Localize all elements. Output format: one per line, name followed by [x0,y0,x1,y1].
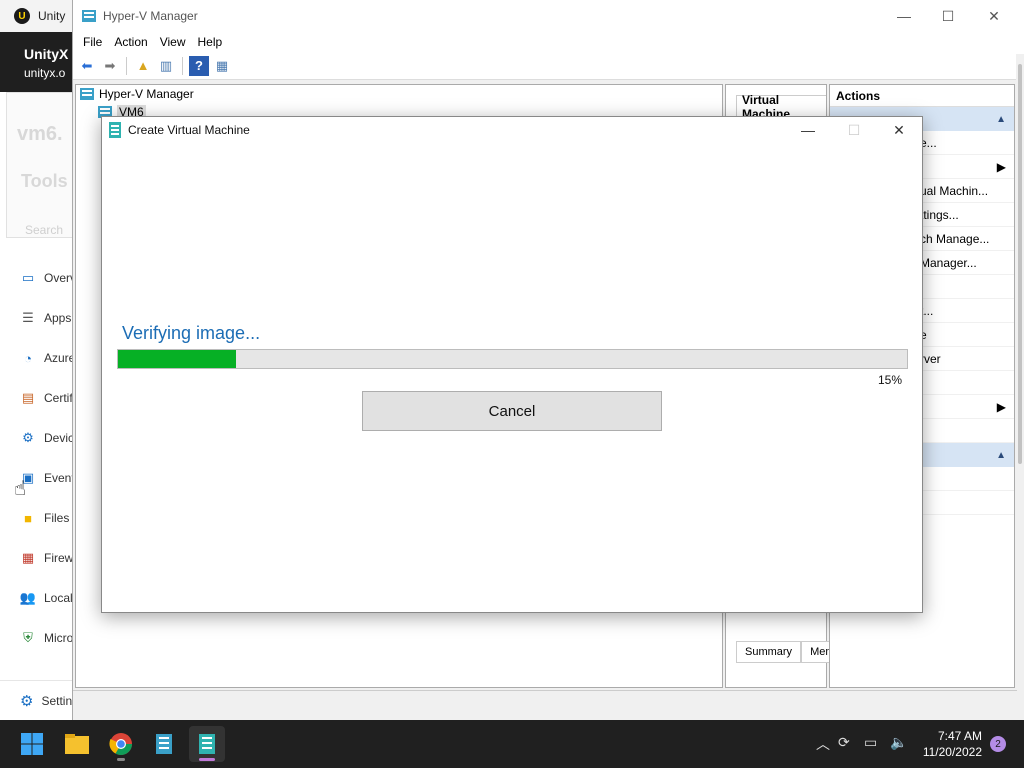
hyperv-maximize-button[interactable]: ☐ [925,0,971,32]
actions-header: Actions [830,85,1014,107]
nav-item-devices[interactable]: ⚙ Devic [0,418,80,458]
show-hide-tree-icon[interactable]: ▥ [156,56,176,76]
settings-gear-icon: ⚙ [20,692,34,710]
cancel-button[interactable]: Cancel [362,391,662,431]
unity-logo-icon: U [14,8,30,24]
create-vm-dialog: Create Virtual Machine — ☐ ✕ Verifying i… [101,116,923,613]
collapse-arrow-icon: ▲ [996,113,1006,125]
nav-item-events[interactable]: ▣ Event [0,458,80,498]
nav-item-certificates[interactable]: ▤ Certif [0,378,80,418]
vm-app-icon [109,122,121,138]
progress-bar [117,349,908,369]
server-card-search: Search [25,223,64,237]
hyperv-manager-taskbar-button[interactable] [189,726,225,762]
system-clock[interactable]: 7:47 AM 11/20/2022 [923,728,982,760]
submenu-arrow-icon: ▶ [996,159,1006,174]
chrome-icon [109,733,132,755]
hand-cursor-icon: ☝ [14,478,27,500]
progress-bar-fill [118,350,237,368]
hyperv-close-button[interactable]: ✕ [971,0,1017,32]
nav-item-azure[interactable]: ◔ Azure [0,338,80,378]
clock-time: 7:47 AM [937,729,982,743]
server-manager-button[interactable] [147,726,183,762]
toolbar-separator [126,56,127,75]
certificate-icon: ▤ [21,390,35,405]
tools-nav: ▭ Overv ☰ Apps ◔ Azure ▤ Certif ⚙ Devic ▣ Even… [0,258,80,658]
collapse-arrow-icon: ▲ [996,449,1006,461]
dialog-maximize-button: ☐ [847,121,861,138]
firewall-icon: ▦ [21,550,35,565]
back-arrow-icon[interactable]: ⬅ [77,56,97,76]
dialog-minimize-button[interactable]: — [785,117,831,143]
hyperv-toolbar: ⬅ ➡ ▲ ▥ ? ▦ [73,52,1024,80]
nav-item-settings[interactable]: ⚙ Settin [0,680,80,720]
show-hidden-icons-chevron-icon[interactable]: ︿ [816,734,830,754]
scrollbar-thumb[interactable] [1018,64,1022,464]
hyperv-scrollbar[interactable] [1016,54,1024,718]
admin-center-titlebar: U Unity [0,0,80,32]
server-manager-icon [156,734,172,754]
active-indicator [199,758,215,761]
hyperv-app-icon [82,10,96,22]
dialog-close-button[interactable]: ✕ [876,117,922,143]
folder-icon: ■ [24,510,32,526]
hyperv-title: Hyper-V Manager [103,9,198,23]
running-indicator [117,758,125,761]
show-hide-action-pane-icon[interactable]: ▦ [212,56,232,76]
nav-item-files[interactable]: ■ Files & [0,498,80,538]
nav-item-overview[interactable]: ▭ Overv [0,258,80,298]
overview-icon: ▭ [21,270,35,285]
taskbar: ︿ ⟳ ▭ 🔈 7:47 AM 11/20/2022 2 [0,720,1024,768]
hyperv-icon [199,734,215,754]
nav-item-apps[interactable]: ☰ Apps [0,298,80,338]
hyperv-manager-icon [80,88,94,100]
menu-action[interactable]: Action [108,35,153,49]
toolbar-separator [182,56,183,75]
notification-badge[interactable]: 2 [990,736,1006,752]
admin-center-title: Unity [38,9,66,23]
server-card-title: vm6. [17,123,63,145]
clock-date: 11/20/2022 [922,745,982,759]
server-card: vm6. Tools Search [6,92,82,238]
hyperv-statusbar [73,690,1017,714]
users-icon: 👥 [19,590,37,605]
file-explorer-button[interactable] [59,726,95,762]
sync-status-icon[interactable]: ⟳ [838,734,850,751]
menu-file[interactable]: File [77,35,108,49]
apps-icon: ☰ [22,310,34,325]
progress-percent: 15% [877,373,902,387]
org-header: UnityX unityx.o [0,32,80,92]
server-card-subtitle: Tools [21,171,68,191]
network-icon[interactable]: ▭ [864,734,877,751]
tab-summary[interactable]: Summary [736,641,802,663]
nav-item-firewall[interactable]: ▦ Firew [0,538,80,578]
nav-item-defender[interactable]: ⛨ Micro [0,618,80,658]
azure-icon: ◔ [24,350,32,366]
up-folder-icon[interactable]: ▲ [133,56,153,76]
dialog-title: Create Virtual Machine [128,123,250,137]
menu-view[interactable]: View [154,35,192,49]
start-button[interactable] [14,726,50,762]
menu-help[interactable]: Help [192,35,229,49]
folder-icon [65,734,89,754]
submenu-arrow-icon: ▶ [996,399,1006,414]
tree-root-hyperv-manager[interactable]: Hyper-V Manager [76,85,722,103]
forward-arrow-icon[interactable]: ➡ [100,56,120,76]
hyperv-menubar: File Action View Help [73,32,1024,52]
status-text: Verifying image... [122,323,261,343]
volume-icon[interactable]: 🔈 [890,734,907,751]
chrome-button[interactable] [103,726,139,762]
defender-icon: ⛨ [23,630,33,645]
help-icon[interactable]: ? [189,55,209,76]
nav-item-local-users[interactable]: 👥 Local [0,578,80,618]
windows-logo-icon [21,733,43,755]
hyperv-minimize-button[interactable]: — [881,0,927,32]
devices-icon: ⚙ [22,430,34,445]
